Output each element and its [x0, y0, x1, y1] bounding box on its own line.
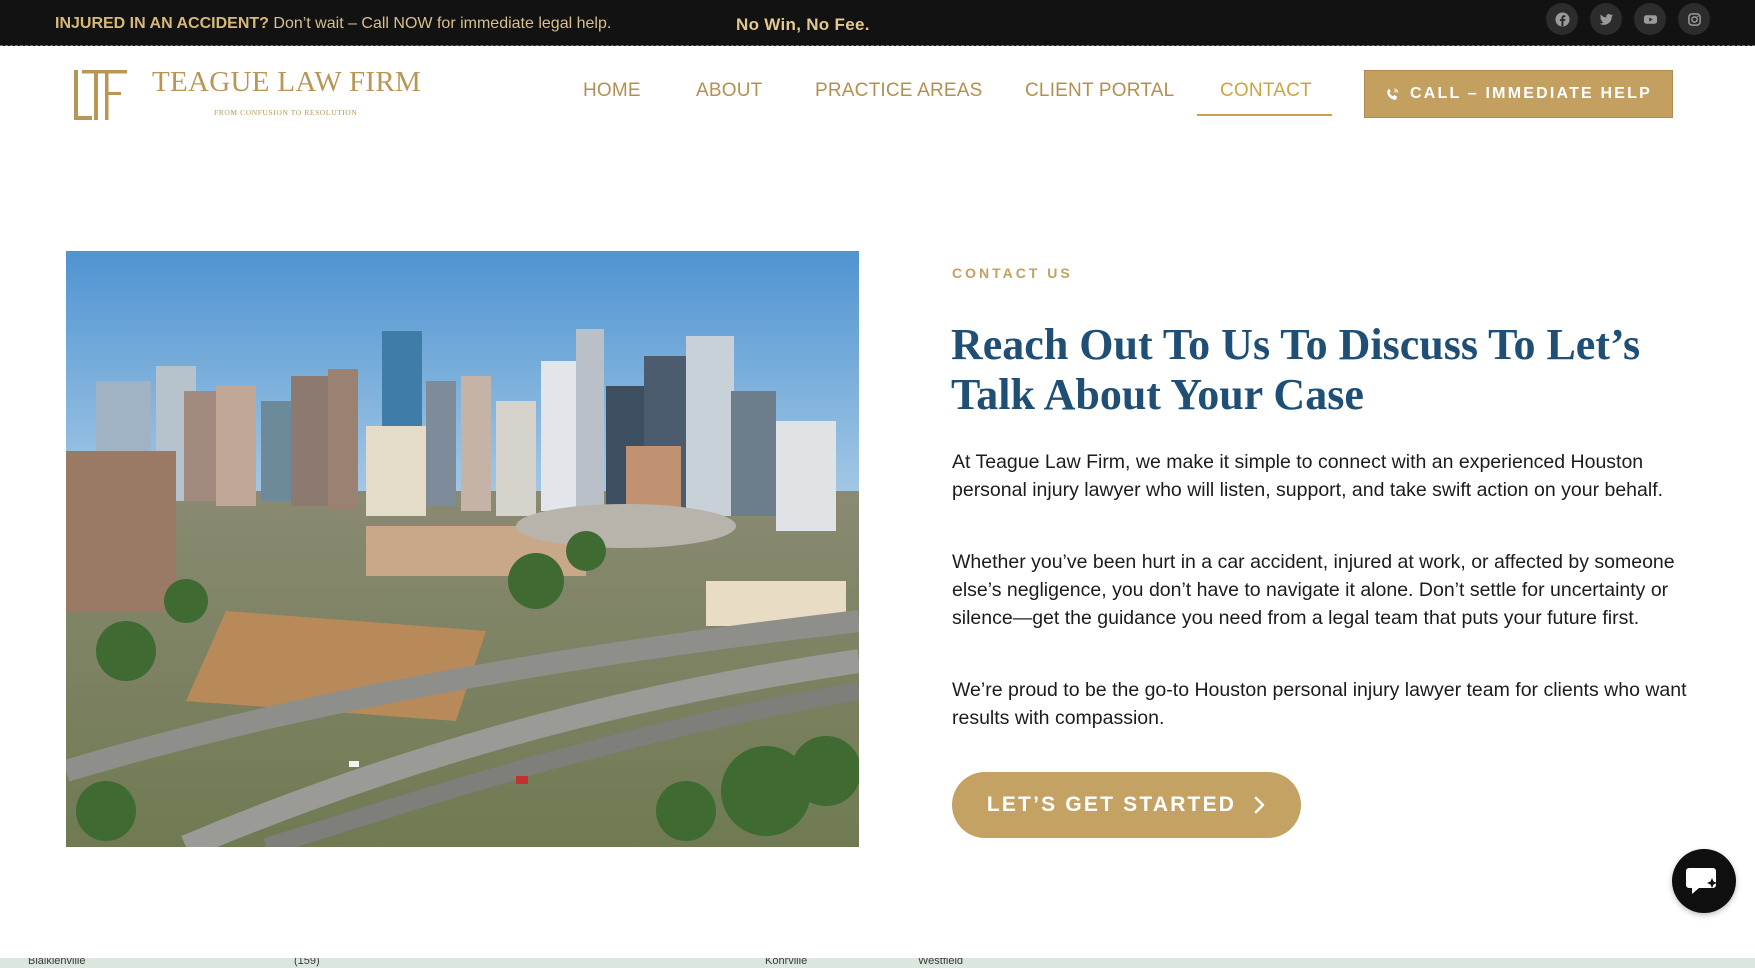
chat-widget-button[interactable] [1672, 849, 1736, 913]
site-logo[interactable]: TEAGUE LAW FIRM FROM CONFUSION TO RESOLU… [70, 64, 421, 126]
logo-firm-name: TEAGUE LAW FIRM [152, 66, 422, 98]
map-label: Blaiklenville [28, 958, 86, 967]
chevron-right-icon [1254, 796, 1265, 814]
call-immediate-help-button[interactable]: CALL – IMMEDIATE HELP [1364, 70, 1673, 118]
lets-get-started-button[interactable]: LET’S GET STARTED [952, 772, 1301, 838]
contact-eyebrow: CONTACT US [952, 265, 1073, 281]
phone-icon [1387, 87, 1399, 100]
facebook-icon[interactable] [1546, 3, 1578, 35]
map-label: (159) [294, 958, 320, 967]
start-button-label: LET’S GET STARTED [986, 793, 1237, 816]
houston-skyline-photo [66, 251, 859, 847]
no-win-no-fee-tagline: No Win, No Fee. [736, 15, 870, 34]
instagram-icon[interactable] [1678, 3, 1710, 35]
nav-home[interactable]: HOME [583, 80, 641, 102]
contact-paragraph-1: At Teague Law Firm, we make it simple to… [952, 451, 1664, 501]
announcement-text: INJURED IN AN ACCIDENT? Don’t wait – Cal… [55, 15, 611, 33]
nav-about[interactable]: ABOUT [696, 80, 762, 102]
map-label: Westfield [918, 958, 964, 967]
top-announcement-bar: INJURED IN AN ACCIDENT? Don’t wait – Cal… [0, 0, 1755, 46]
logo-tagline: FROM CONFUSION TO RESOLUTION [214, 108, 358, 117]
contact-paragraph-3: We’re proud to be the go-to Houston pers… [952, 679, 1687, 729]
nav-contact[interactable]: CONTACT [1220, 80, 1312, 102]
nav-client-portal[interactable]: CLIENT PORTAL [1025, 80, 1174, 102]
youtube-icon[interactable] [1634, 3, 1666, 35]
call-button-label: CALL – IMMEDIATE HELP [1409, 85, 1653, 102]
chat-bubble-icon [1686, 868, 1717, 894]
map-embed[interactable]: Blaiklenville (159) Kohrville Westfield [0, 958, 1755, 968]
nav-active-underline [1197, 114, 1332, 116]
map-label: Kohrville [765, 958, 808, 967]
logo-monogram-icon [74, 70, 127, 120]
contact-headline: Reach Out To Us To Discuss To Let’s Talk… [951, 320, 1641, 419]
nav-practice-areas[interactable]: PRACTICE AREAS [815, 80, 983, 102]
announcement-lead: INJURED IN AN ACCIDENT? [55, 15, 269, 32]
contact-paragraph-2: Whether you’ve been hurt in a car accide… [952, 551, 1675, 629]
announcement-message: Don’t wait – Call NOW for immediate lega… [268, 15, 612, 32]
twitter-icon[interactable] [1590, 3, 1622, 35]
